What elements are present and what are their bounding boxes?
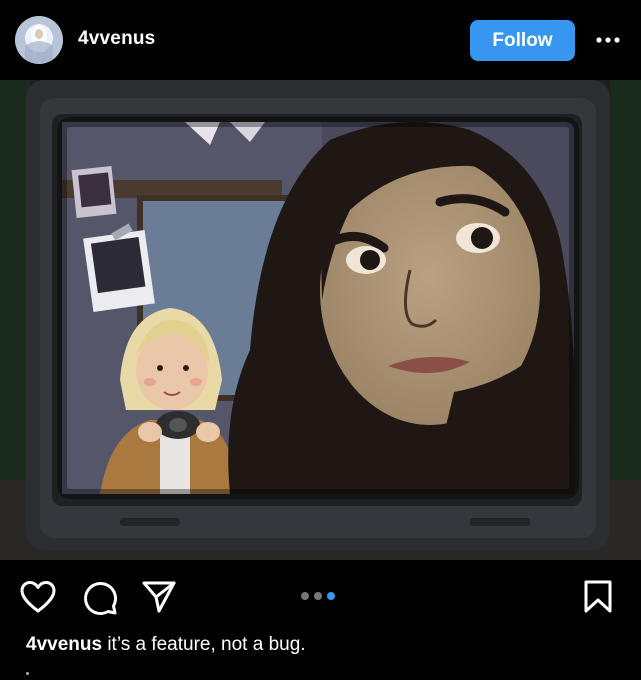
heart-icon[interactable] [20, 580, 56, 614]
follow-button[interactable]: Follow [470, 20, 575, 61]
caption-username[interactable]: 4vvenus [26, 634, 102, 655]
avatar-image [15, 16, 63, 64]
post-header: 4vvenus Follow [0, 0, 641, 80]
carousel-indicator [301, 592, 335, 600]
bookmark-icon[interactable] [583, 580, 613, 614]
send-icon[interactable] [142, 580, 176, 614]
avatar[interactable] [15, 16, 63, 64]
post-username[interactable]: 4vvenus [78, 28, 155, 50]
more-options-icon[interactable] [588, 26, 628, 54]
post-caption: 4vvenus it’s a feature, not a bug. [26, 634, 306, 656]
carousel-dot [301, 592, 309, 600]
caption-more-dot [26, 672, 29, 675]
comment-icon[interactable] [82, 580, 118, 616]
caption-text: it’s a feature, not a bug. [107, 634, 306, 655]
carousel-dot [314, 592, 322, 600]
carousel-dot-active [327, 592, 335, 600]
post-image[interactable] [0, 80, 641, 560]
